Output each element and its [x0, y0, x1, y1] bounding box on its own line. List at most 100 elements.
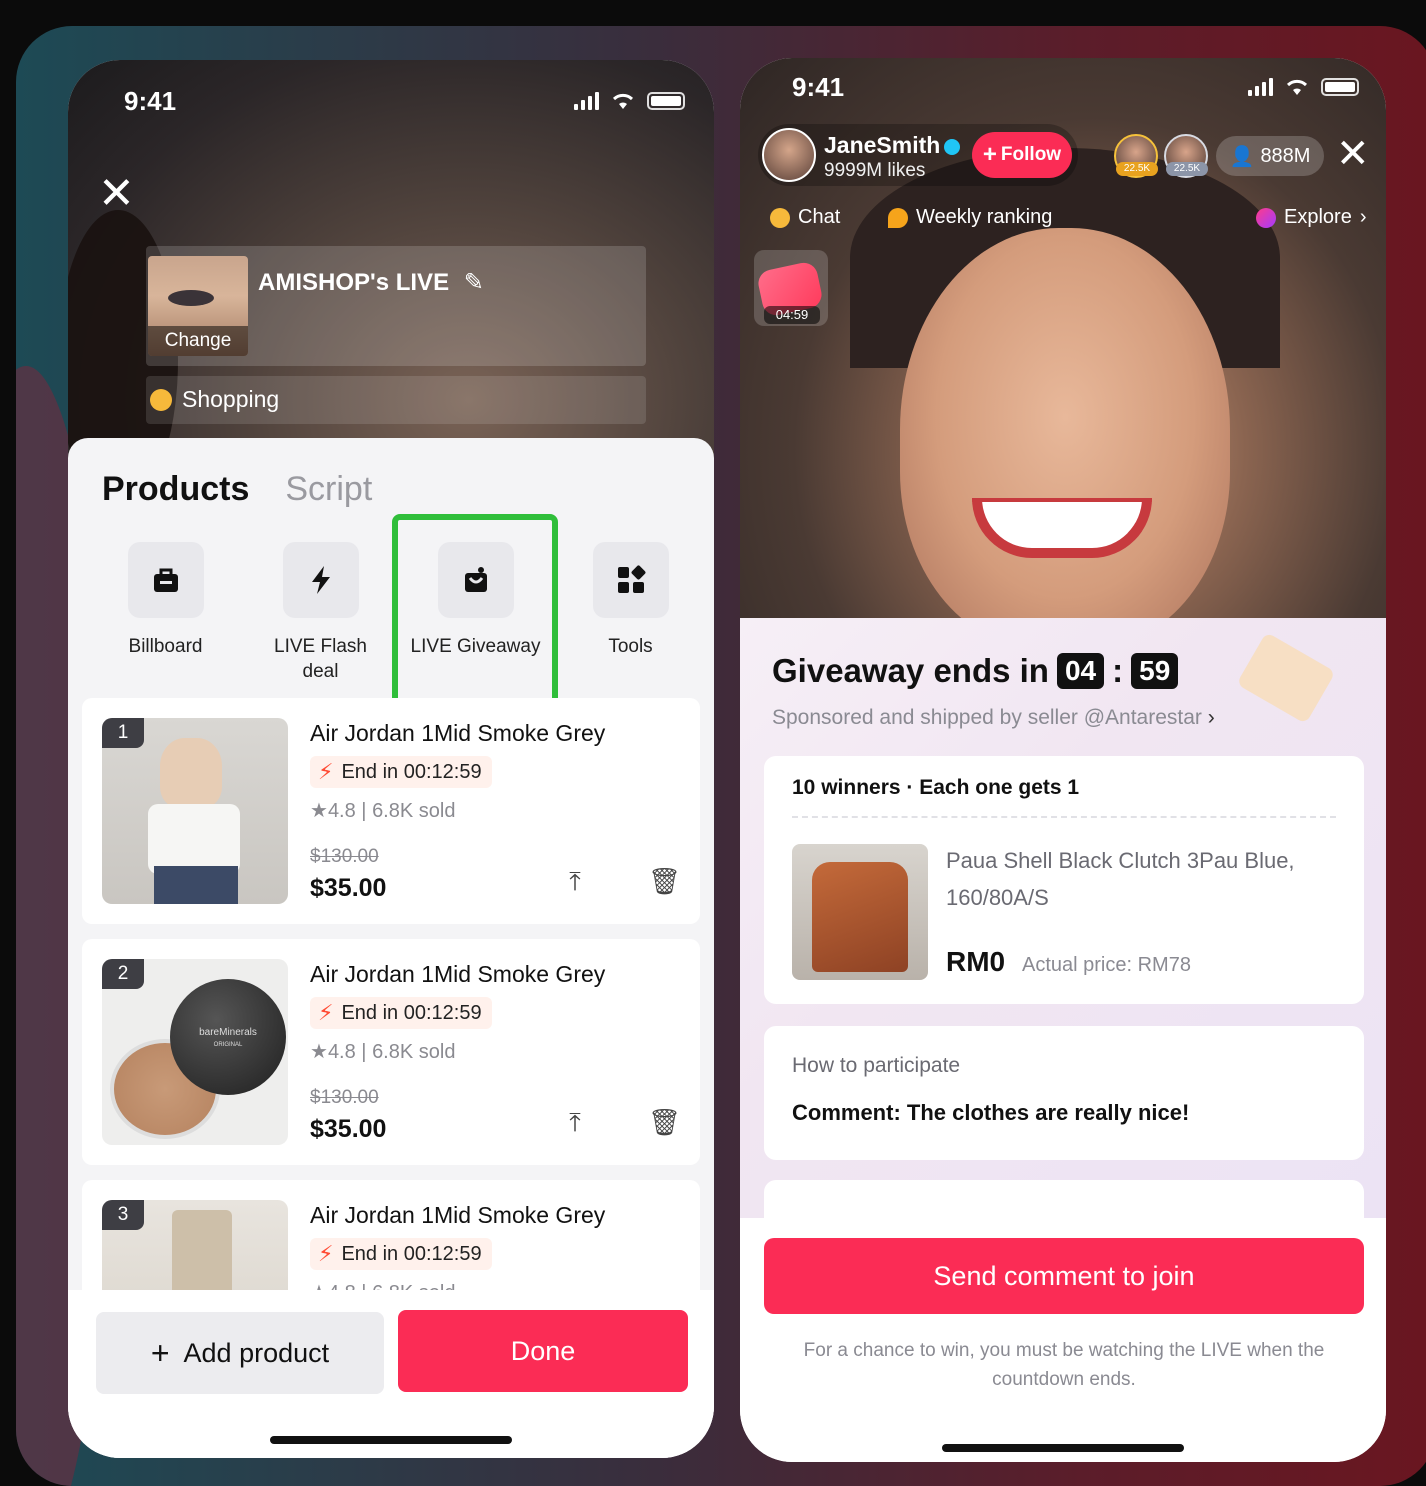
- signal-icon: [1248, 78, 1273, 96]
- chat-icon: [770, 207, 790, 228]
- shopping-text: Shopping: [182, 386, 280, 412]
- prize-price: RM0: [946, 946, 1006, 977]
- status-time: 9:41: [792, 72, 845, 102]
- product-card-1[interactable]: 1 Air Jordan 1Mid Smoke Grey ⚡ End in 00:…: [82, 698, 700, 924]
- flash-icon: [311, 566, 330, 594]
- tool-flash-deal-label: LIVE Flash deal: [274, 636, 367, 682]
- bottom-action-bar: + Add product Done: [68, 1290, 714, 1458]
- disclaimer-text: For a chance to win, you must be watchin…: [803, 1340, 1325, 1390]
- tool-tools[interactable]: Tools: [553, 542, 708, 684]
- tab-script[interactable]: Script: [285, 470, 372, 509]
- status-icons: [574, 92, 685, 110]
- tab-products[interactable]: Products: [102, 470, 249, 509]
- product-rating: ★4.8 | 6.8K sold: [310, 800, 456, 822]
- explore-chip[interactable]: Explore ›: [1256, 206, 1366, 229]
- billboard-icon: [153, 568, 178, 592]
- jacket-image: [812, 862, 908, 972]
- prize-card: 10 winners · Each one gets 1 Paua Shell …: [764, 756, 1364, 1004]
- product-name: Air Jordan 1Mid Smoke Grey: [310, 720, 606, 746]
- done-button[interactable]: Done: [398, 1310, 688, 1392]
- delete-icon[interactable]: 🗑: [648, 1107, 681, 1137]
- viewer-count[interactable]: 👤 888M: [1216, 136, 1324, 176]
- host-likes: 9999M likes: [824, 160, 926, 181]
- streamer-face: [900, 228, 1230, 618]
- close-icon[interactable]: ✕: [1336, 134, 1370, 174]
- giveaway-highlight-box: [392, 514, 558, 708]
- participate-card: How to participate Comment: The clothes …: [764, 1026, 1364, 1160]
- dashed-divider: [792, 816, 1336, 818]
- giveaway-widget-timer: 04:59: [764, 306, 820, 324]
- phone-right-live-giveaway: 9:41 JaneSmith 9999M likes + Follow 22.5K…: [740, 58, 1386, 1462]
- how-to-participate-title: How to participate: [792, 1054, 961, 1077]
- next-card-peek: [764, 1180, 1364, 1220]
- weekly-ranking-chip[interactable]: Weekly ranking: [888, 206, 1052, 229]
- chevron-right-icon: ›: [1207, 706, 1215, 729]
- home-indicator: [270, 1436, 512, 1444]
- giveaway-title: Giveaway ends in: [772, 652, 1049, 689]
- chevron-right-icon: ›: [1359, 206, 1367, 228]
- plus-icon: +: [150, 1334, 170, 1371]
- flash-bolt-icon: ⚡: [318, 759, 334, 784]
- chat-chip[interactable]: Chat: [770, 206, 840, 229]
- timer-colon: :: [1112, 652, 1124, 689]
- add-product-button[interactable]: + Add product: [96, 1312, 384, 1394]
- verified-icon: [944, 138, 961, 155]
- product-name: Air Jordan 1Mid Smoke Grey: [310, 961, 606, 987]
- change-cover-button[interactable]: Change: [148, 326, 248, 356]
- thumb-eye: [168, 290, 214, 306]
- delete-icon[interactable]: 🗑: [648, 866, 681, 896]
- prize-image: [792, 844, 928, 980]
- viewer-badge: 22.5K: [1116, 162, 1158, 176]
- live-title[interactable]: AMISHOP's LIVE ✎: [258, 268, 484, 297]
- host-avatar[interactable]: [762, 128, 816, 182]
- tool-tools-label: Tools: [608, 636, 653, 657]
- original-price: $130.00: [310, 1087, 379, 1108]
- sheet-tabs: Products Script: [102, 470, 372, 509]
- home-indicator: [942, 1444, 1184, 1452]
- tool-billboard-label: Billboard: [128, 636, 203, 657]
- bottom-action-area: Send comment to join For a chance to win…: [740, 1218, 1386, 1462]
- send-comment-button[interactable]: Send comment to join: [764, 1238, 1364, 1314]
- prize-actual-price: Actual price: RM78: [1022, 954, 1191, 976]
- product-card-2[interactable]: bareMinerals ORIGINAL 2 Air Jordan 1Mid S…: [82, 939, 700, 1165]
- tools-icon: [617, 565, 645, 593]
- viewer-badge: 22.5K: [1166, 162, 1208, 176]
- close-icon[interactable]: ✕: [98, 172, 135, 216]
- flash-deal-text: End in 00:12:59: [341, 760, 482, 783]
- shopping-label: Shopping: [150, 386, 279, 413]
- star-icon: ★: [310, 1041, 328, 1063]
- giveaway-countdown: Giveaway ends in 04 : 59: [772, 652, 1179, 690]
- pin-top-icon[interactable]: ⤒: [562, 1107, 588, 1137]
- prize-name: Paua Shell Black Clutch 3Pau Blue, 160/8…: [946, 848, 1295, 910]
- sale-price: $35.00: [310, 1115, 387, 1143]
- sponsored-link[interactable]: Sponsored and shipped by seller @Antares…: [772, 706, 1215, 730]
- flash-deal-badge: ⚡ End in 00:12:59: [310, 1238, 492, 1270]
- tool-flash-deal[interactable]: LIVE Flash deal: [243, 542, 398, 684]
- cover-thumbnail[interactable]: Change: [148, 256, 248, 356]
- shopping-coin-icon: [150, 388, 172, 411]
- edit-icon[interactable]: ✎: [464, 269, 484, 296]
- flash-deal-text: End in 00:12:59: [341, 1001, 482, 1024]
- add-product-label: Add product: [183, 1337, 330, 1368]
- wifi-icon: [1286, 79, 1308, 95]
- host-name[interactable]: JaneSmith: [824, 132, 961, 159]
- flash-deal-badge: ⚡ End in 00:12:59: [310, 756, 492, 788]
- original-price: $130.00: [310, 846, 379, 867]
- plus-icon: +: [982, 141, 997, 168]
- signal-icon: [574, 92, 599, 110]
- live-title-text: AMISHOP's LIVE: [258, 269, 450, 296]
- product-name: Air Jordan 1Mid Smoke Grey: [310, 1202, 606, 1228]
- product-number: 3: [102, 1200, 144, 1230]
- pin-top-icon[interactable]: ⤒: [562, 866, 588, 896]
- flash-bolt-icon: ⚡: [318, 1000, 334, 1025]
- follow-button[interactable]: + Follow: [972, 132, 1072, 178]
- product-number: 2: [102, 959, 144, 989]
- phone-left-live-setup: 9:41 ✕ Change AMISHOP's LIVE ✎ Shopping …: [68, 60, 714, 1458]
- timer-minutes: 04: [1056, 653, 1105, 689]
- status-icons: [1248, 78, 1359, 96]
- sale-price: $35.00: [310, 874, 387, 902]
- battery-icon: [647, 92, 685, 110]
- battery-icon: [1321, 78, 1359, 96]
- required-comment: Comment: The clothes are really nice!: [792, 1100, 1190, 1125]
- tool-billboard[interactable]: Billboard: [88, 542, 243, 684]
